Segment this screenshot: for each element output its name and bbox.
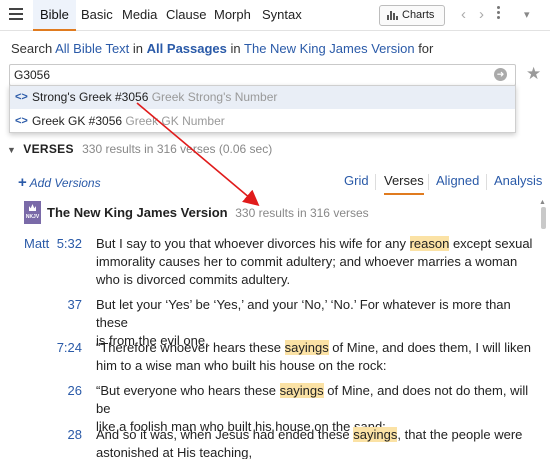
divider bbox=[375, 174, 376, 190]
verse-text-segment: , that the people were bbox=[397, 427, 523, 442]
collapse-triangle-icon[interactable]: ▼ bbox=[7, 145, 16, 155]
dropdown-item-sublabel: Greek GK Number bbox=[125, 114, 225, 128]
top-toolbar: Bible Basic Media Clause Morph Syntax Ch… bbox=[0, 0, 550, 31]
verse-reference-link[interactable]: 28 bbox=[46, 427, 82, 442]
verse-text-segment: And so it was, when Jesus had ended thes… bbox=[96, 427, 354, 442]
dropdown-item-gk[interactable]: <> Greek GK #3056 Greek GK Number bbox=[10, 110, 515, 133]
verse-line: “Therefore whoever hears these sayings o… bbox=[96, 339, 534, 357]
verses-title: VERSES bbox=[23, 142, 74, 156]
add-versions-label: Add Versions bbox=[29, 176, 101, 190]
scroll-up-icon[interactable]: ▲ bbox=[539, 199, 546, 206]
highlighted-search-hit[interactable]: sayings bbox=[284, 340, 329, 355]
view-tab-verses[interactable]: Verses bbox=[384, 173, 424, 195]
verse-line: astonished at His teaching, bbox=[96, 444, 534, 459]
tab-bible[interactable]: Bible bbox=[33, 0, 76, 31]
in-label-2: in bbox=[230, 41, 241, 56]
for-label: for bbox=[418, 41, 434, 56]
bar-chart-icon bbox=[387, 11, 398, 20]
add-versions-link[interactable]: + Add Versions bbox=[18, 174, 101, 191]
verse-text: But I say to you that whoever divorces h… bbox=[96, 235, 534, 289]
verse-line: “But everyone who hears these sayings of… bbox=[96, 382, 534, 418]
search-description: Search All Bible Text in All Passages in… bbox=[11, 41, 433, 56]
verse-line: him to a wise man who built his house on… bbox=[96, 357, 534, 375]
verse-text: And so it was, when Jesus had ended thes… bbox=[96, 426, 534, 459]
forward-arrow-icon[interactable]: › bbox=[479, 6, 484, 23]
verse-text-segment: immorality causes her to commit adultery… bbox=[96, 254, 518, 269]
divider bbox=[428, 174, 429, 190]
divider bbox=[486, 174, 487, 190]
plus-icon: + bbox=[18, 174, 27, 191]
highlighted-search-hit[interactable]: sayings bbox=[353, 427, 398, 442]
tab-basic[interactable]: Basic bbox=[74, 0, 120, 31]
verse-reference-link[interactable]: 7:24 bbox=[46, 340, 82, 355]
favorite-star-icon[interactable]: ★ bbox=[526, 64, 541, 84]
chevron-down-icon[interactable]: ▾ bbox=[524, 8, 530, 21]
autocomplete-dropdown: <> Strong's Greek #3056 Greek Strong's N… bbox=[9, 85, 516, 133]
verse-text-segment: except sexual bbox=[449, 236, 533, 251]
verse-text-segment: But I say to you that whoever divorces h… bbox=[96, 236, 410, 251]
highlighted-search-hit[interactable]: reason bbox=[409, 236, 450, 251]
menu-icon[interactable] bbox=[9, 8, 23, 20]
search-prefix: Search bbox=[11, 41, 53, 56]
verse-reference-link[interactable]: 5:32 bbox=[46, 236, 82, 251]
verse-text-segment: him to a wise man who built his house on… bbox=[96, 358, 387, 373]
verse-text-segment: who is divorced commits adultery. bbox=[96, 272, 291, 287]
search-input[interactable]: G3056 bbox=[9, 64, 516, 86]
tab-syntax[interactable]: Syntax bbox=[255, 0, 309, 31]
more-options-icon[interactable] bbox=[497, 6, 501, 21]
view-tab-grid[interactable]: Grid bbox=[344, 173, 369, 195]
verse-line: But I say to you that whoever divorces h… bbox=[96, 235, 534, 253]
code-icon: <> bbox=[15, 115, 28, 127]
verse-text-segment: But let your ‘Yes’ be ‘Yes,’ and your ‘N… bbox=[96, 297, 511, 330]
version-link[interactable]: The New King James Version bbox=[244, 41, 415, 56]
tab-clause[interactable]: Clause bbox=[159, 0, 213, 31]
back-arrow-icon[interactable]: ‹ bbox=[461, 6, 466, 23]
verse-text-segment: of Mine, and does them, I will liken bbox=[328, 340, 532, 355]
text-scope-link[interactable]: All Bible Text bbox=[55, 41, 129, 56]
in-label: in bbox=[132, 41, 144, 56]
verse-line: But let your ‘Yes’ be ‘Yes,’ and your ‘N… bbox=[96, 296, 534, 332]
dropdown-item-sublabel: Greek Strong's Number bbox=[151, 90, 278, 104]
verse-text-segment: “Therefore whoever hears these bbox=[96, 340, 285, 355]
highlighted-search-hit[interactable]: sayings bbox=[279, 383, 324, 398]
verse-text-segment: “But everyone who hears these bbox=[96, 383, 280, 398]
verse-line: who is divorced commits adultery. bbox=[96, 271, 534, 289]
scrollbar-thumb[interactable] bbox=[541, 207, 546, 229]
tab-morph[interactable]: Morph bbox=[207, 0, 258, 31]
verse-reference-link[interactable]: 26 bbox=[46, 383, 82, 398]
verse-text-segment: astonished at His teaching, bbox=[96, 445, 253, 459]
code-icon: <> bbox=[15, 91, 28, 103]
view-tab-analysis[interactable]: Analysis bbox=[494, 173, 542, 195]
nkjv-book-icon: NKJV bbox=[24, 201, 41, 224]
verse-line: And so it was, when Jesus had ended thes… bbox=[96, 426, 534, 444]
version-header: The New King James Version 330 results i… bbox=[47, 205, 369, 220]
verses-section-header[interactable]: ▼ VERSES 330 results in 316 verses (0.06… bbox=[7, 142, 272, 156]
dropdown-item-label: Greek GK #3056 bbox=[32, 114, 123, 128]
dropdown-item-label: Strong's Greek #3056 bbox=[32, 90, 149, 104]
tab-media[interactable]: Media bbox=[115, 0, 164, 31]
charts-button[interactable]: Charts bbox=[379, 5, 445, 26]
view-tab-aligned[interactable]: Aligned bbox=[436, 173, 479, 195]
charts-label: Charts bbox=[402, 9, 435, 21]
search-go-icon[interactable]: ➜ bbox=[494, 68, 507, 81]
dropdown-item-strongs[interactable]: <> Strong's Greek #3056 Greek Strong's N… bbox=[10, 86, 515, 109]
version-result-count: 330 results in 316 verses bbox=[235, 206, 369, 220]
verse-reference-link[interactable]: 37 bbox=[46, 297, 82, 312]
verse-text: “Therefore whoever hears these sayings o… bbox=[96, 339, 534, 375]
passages-link[interactable]: All Passages bbox=[147, 41, 227, 56]
verse-line: immorality causes her to commit adultery… bbox=[96, 253, 534, 271]
version-title: The New King James Version bbox=[47, 205, 228, 220]
verses-result-count: 330 results in 316 verses (0.06 sec) bbox=[82, 142, 273, 156]
